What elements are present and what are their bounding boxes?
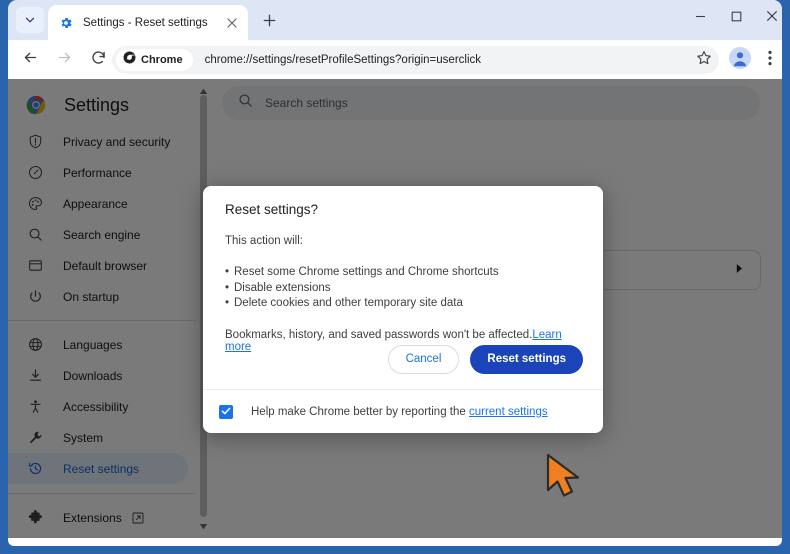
chrome-origin-chip[interactable]: Chrome [116,49,193,71]
new-tab-button[interactable] [256,10,282,36]
tab-strip: Settings - Reset settings [8,0,782,40]
forward-button[interactable] [50,46,78,74]
tab-title: Settings - Reset settings [83,16,208,29]
report-settings-checkbox[interactable] [219,403,233,421]
star-icon [696,50,712,71]
dialog-body: Reset settings? This action will: Reset … [203,186,603,353]
dialog-title: Reset settings? [225,202,319,217]
tab-settings[interactable]: Settings - Reset settings [48,5,248,40]
browser-window: Settings - Reset settings Chrome chrome:… [0,0,790,554]
bookmark-star-button[interactable] [693,49,715,71]
reload-icon [90,49,107,71]
current-settings-link[interactable]: current settings [469,406,548,418]
dialog-bullet: Reset some Chrome settings and Chrome sh… [225,265,581,281]
dialog-intro: This action will: [225,235,303,247]
dialog-bullet-list: Reset some Chrome settings and Chrome sh… [225,265,581,312]
avatar-icon [729,46,751,74]
cancel-button[interactable]: Cancel [387,344,460,374]
maximize-button[interactable] [718,3,754,33]
close-window-button[interactable] [754,3,782,33]
maximize-icon [731,9,742,27]
dialog-bullet: Delete cookies and other temporary site … [225,296,581,312]
dialog-bullet: Disable extensions [225,281,581,297]
chevron-down-icon [24,14,36,26]
plus-icon [263,14,276,32]
report-settings-text: Help make Chrome better by reporting the [251,405,469,418]
url-text[interactable]: chrome://settings/resetProfileSettings?o… [205,54,481,66]
chrome-icon [123,51,136,69]
profile-avatar-button[interactable] [727,46,753,74]
settings-page: PC RIS K [8,79,782,538]
arrow-right-icon [56,49,73,71]
chrome-shell: Settings - Reset settings Chrome chrome:… [8,0,782,546]
browser-toolbar: Chrome chrome://settings/resetProfileSet… [8,40,782,79]
dialog-actions: Cancel Reset settings [203,330,603,388]
report-settings-label: Help make Chrome better by reporting the… [251,406,548,418]
three-dot-menu-icon [768,50,772,71]
tab-search-button[interactable] [16,7,44,33]
address-bar[interactable]: Chrome chrome://settings/resetProfileSet… [112,46,719,74]
gear-icon [58,15,74,31]
dialog-footer: Help make Chrome better by reporting the… [203,389,603,433]
reset-settings-button[interactable]: Reset settings [470,344,583,374]
minimize-icon [695,9,706,27]
reload-button[interactable] [84,46,112,74]
reset-settings-dialog: Reset settings? This action will: Reset … [203,186,603,433]
three-dot-menu-button[interactable] [760,48,780,72]
arrow-left-icon [22,49,39,71]
checkmark-icon [221,403,231,421]
close-icon [766,9,778,27]
close-icon[interactable] [224,15,240,31]
back-button[interactable] [16,46,44,74]
minimize-button[interactable] [682,3,718,33]
chrome-chip-label: Chrome [141,54,183,66]
